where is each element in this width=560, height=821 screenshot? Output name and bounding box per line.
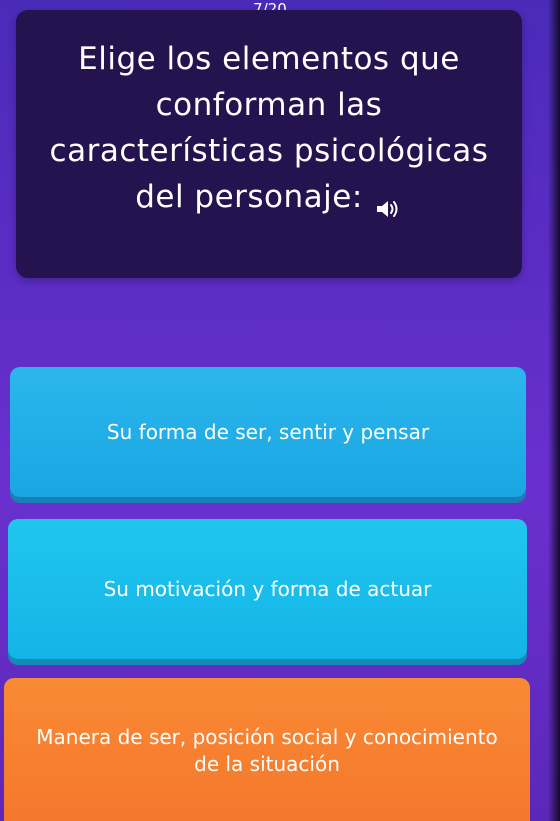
speaker-icon[interactable] (375, 186, 403, 217)
answer-option-2-label: Su motivación y forma de actuar (103, 576, 432, 601)
answer-option-2[interactable]: Su motivación y forma de actuar (8, 519, 527, 659)
answer-option-1-label: Su forma de ser, sentir y pensar (106, 419, 430, 444)
quiz-screen: 7/20 Elige los elementos que conforman l… (0, 0, 560, 821)
answer-option-1[interactable]: Su forma de ser, sentir y pensar (10, 367, 526, 497)
question-text: Elige los elementos que conforman las ca… (36, 36, 502, 220)
question-card: Elige los elementos que conforman las ca… (16, 10, 522, 278)
answer-option-3-label: Manera de ser, posición social y conocim… (36, 725, 498, 776)
question-label: Elige los elementos que conforman las ca… (49, 41, 489, 215)
screen-edge (548, 0, 560, 821)
answer-option-3[interactable]: Manera de ser, posición social y conocim… (4, 678, 530, 821)
